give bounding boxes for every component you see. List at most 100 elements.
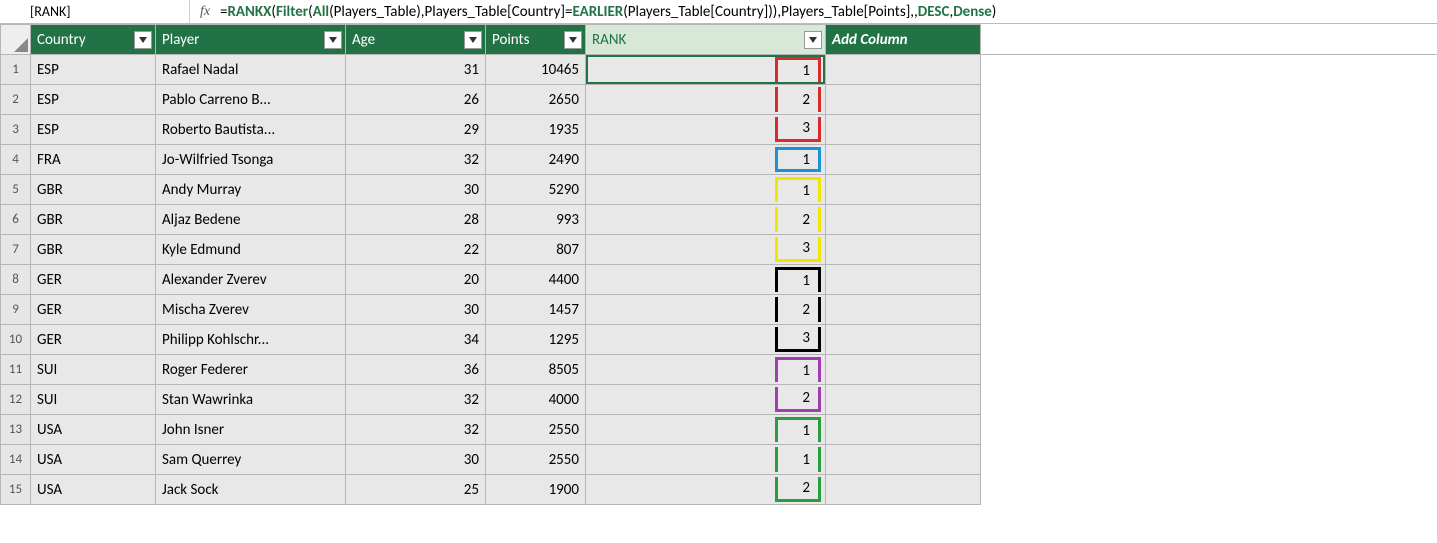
cell-age[interactable]: 32 [346, 145, 486, 175]
cell-age[interactable]: 34 [346, 325, 486, 355]
row-number[interactable]: 1 [1, 55, 31, 85]
cell-add-column[interactable] [826, 205, 981, 235]
cell-rank[interactable]: 2 [586, 295, 826, 325]
cell-age[interactable]: 32 [346, 385, 486, 415]
cell-add-column[interactable] [826, 235, 981, 265]
cell-player[interactable]: Philipp Kohlschr... [156, 325, 346, 355]
cell-player[interactable]: Kyle Edmund [156, 235, 346, 265]
cell-player[interactable]: Jack Sock [156, 475, 346, 505]
cell-player[interactable]: Andy Murray [156, 175, 346, 205]
cell-points[interactable]: 1295 [486, 325, 586, 355]
cell-age[interactable]: 20 [346, 265, 486, 295]
cell-rank[interactable]: 3 [586, 325, 826, 355]
row-number[interactable]: 8 [1, 265, 31, 295]
cell-age[interactable]: 30 [346, 445, 486, 475]
filter-dropdown-icon[interactable] [804, 31, 822, 49]
cell-points[interactable]: 2550 [486, 415, 586, 445]
cell-rank[interactable]: 1 [586, 145, 826, 175]
cell-points[interactable]: 1935 [486, 115, 586, 145]
cell-age[interactable]: 26 [346, 85, 486, 115]
cell-country[interactable]: GBR [31, 175, 156, 205]
row-number[interactable]: 2 [1, 85, 31, 115]
cell-points[interactable]: 2550 [486, 445, 586, 475]
cell-age[interactable]: 31 [346, 55, 486, 85]
header-points[interactable]: Points [486, 25, 586, 55]
cell-add-column[interactable] [826, 85, 981, 115]
row-number[interactable]: 14 [1, 445, 31, 475]
cell-age[interactable]: 29 [346, 115, 486, 145]
cell-age[interactable]: 25 [346, 475, 486, 505]
cell-add-column[interactable] [826, 445, 981, 475]
cell-country[interactable]: GER [31, 265, 156, 295]
select-all-corner[interactable] [1, 25, 31, 55]
cell-add-column[interactable] [826, 385, 981, 415]
cell-country[interactable]: USA [31, 445, 156, 475]
row-number[interactable]: 4 [1, 145, 31, 175]
cell-country[interactable]: ESP [31, 55, 156, 85]
header-country[interactable]: Country [31, 25, 156, 55]
cell-points[interactable]: 807 [486, 235, 586, 265]
filter-dropdown-icon[interactable] [564, 31, 582, 49]
cell-player[interactable]: Alexander Zverev [156, 265, 346, 295]
cell-age[interactable]: 28 [346, 205, 486, 235]
cell-add-column[interactable] [826, 475, 981, 505]
row-number[interactable]: 3 [1, 115, 31, 145]
row-number[interactable]: 11 [1, 355, 31, 385]
header-age[interactable]: Age [346, 25, 486, 55]
row-number[interactable]: 13 [1, 415, 31, 445]
cell-player[interactable]: Roger Federer [156, 355, 346, 385]
cell-rank[interactable]: 1 [586, 445, 826, 475]
cell-add-column[interactable] [826, 355, 981, 385]
cell-player[interactable]: Jo-Wilfried Tsonga [156, 145, 346, 175]
cell-player[interactable]: Rafael Nadal [156, 55, 346, 85]
row-number[interactable]: 7 [1, 235, 31, 265]
cell-points[interactable]: 8505 [486, 355, 586, 385]
cell-points[interactable]: 1900 [486, 475, 586, 505]
cell-country[interactable]: GER [31, 325, 156, 355]
cell-add-column[interactable] [826, 325, 981, 355]
cell-add-column[interactable] [826, 295, 981, 325]
cell-points[interactable]: 5290 [486, 175, 586, 205]
cell-age[interactable]: 32 [346, 415, 486, 445]
cell-player[interactable]: Sam Querrey [156, 445, 346, 475]
filter-dropdown-icon[interactable] [464, 31, 482, 49]
cell-add-column[interactable] [826, 175, 981, 205]
cell-player[interactable]: Mischa Zverev [156, 295, 346, 325]
cell-rank[interactable]: 1 [586, 175, 826, 205]
name-box[interactable]: [RANK] [0, 0, 190, 23]
cell-player[interactable]: Aljaz Bedene [156, 205, 346, 235]
cell-country[interactable]: GBR [31, 235, 156, 265]
cell-age[interactable]: 30 [346, 295, 486, 325]
cell-rank[interactable]: 1 [586, 415, 826, 445]
cell-points[interactable]: 993 [486, 205, 586, 235]
cell-rank[interactable]: 2 [586, 385, 826, 415]
cell-country[interactable]: ESP [31, 85, 156, 115]
header-rank[interactable]: RANK [586, 25, 826, 55]
formula-input[interactable]: =RANKX(Filter(All(Players_Table),Players… [220, 3, 1437, 21]
cell-rank[interactable]: 2 [586, 475, 826, 505]
cell-points[interactable]: 2490 [486, 145, 586, 175]
cell-country[interactable]: SUI [31, 355, 156, 385]
cell-points[interactable]: 4000 [486, 385, 586, 415]
cell-player[interactable]: Pablo Carreno B... [156, 85, 346, 115]
cell-rank[interactable]: 1 [586, 55, 826, 85]
cell-add-column[interactable] [826, 145, 981, 175]
cell-country[interactable]: SUI [31, 385, 156, 415]
cell-player[interactable]: Stan Wawrinka [156, 385, 346, 415]
cell-rank[interactable]: 1 [586, 355, 826, 385]
cell-add-column[interactable] [826, 115, 981, 145]
row-number[interactable]: 12 [1, 385, 31, 415]
header-add-column[interactable]: Add Column [826, 25, 981, 55]
filter-dropdown-icon[interactable] [134, 31, 152, 49]
cell-rank[interactable]: 2 [586, 205, 826, 235]
cell-points[interactable]: 4400 [486, 265, 586, 295]
row-number[interactable]: 15 [1, 475, 31, 505]
cell-rank[interactable]: 2 [586, 85, 826, 115]
fx-icon[interactable]: fx [190, 4, 220, 20]
cell-country[interactable]: FRA [31, 145, 156, 175]
cell-rank[interactable]: 3 [586, 235, 826, 265]
cell-points[interactable]: 1457 [486, 295, 586, 325]
cell-age[interactable]: 36 [346, 355, 486, 385]
cell-age[interactable]: 30 [346, 175, 486, 205]
cell-rank[interactable]: 1 [586, 265, 826, 295]
